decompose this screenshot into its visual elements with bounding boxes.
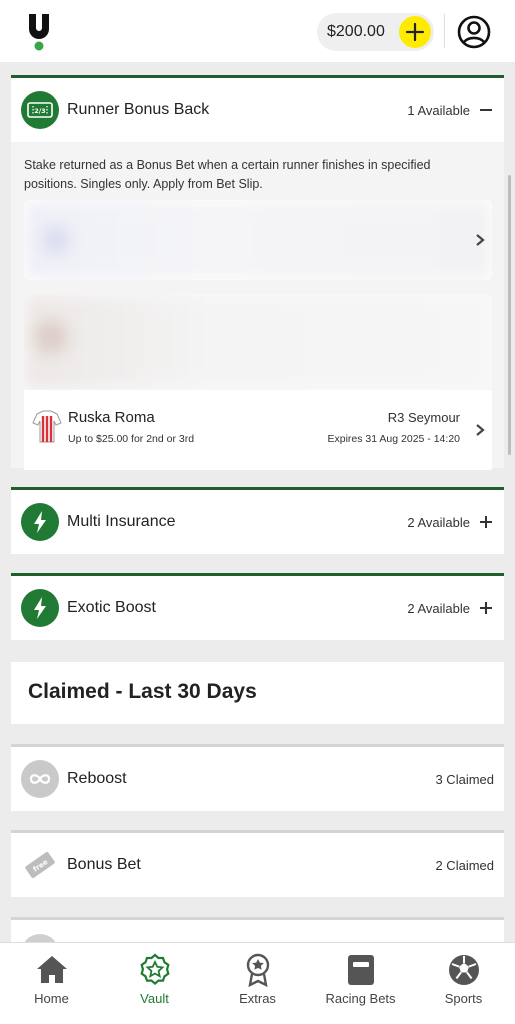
extras-medal-icon: [246, 953, 269, 987]
available-count: 2 Available: [407, 514, 470, 530]
plus-icon: [405, 22, 425, 42]
claimed-heading: Claimed - Last 30 Days: [28, 680, 257, 703]
nav-label: Extras: [239, 991, 276, 1006]
soccer-ball-icon: [448, 955, 479, 985]
nav-label: Vault: [140, 991, 169, 1006]
racing-bets-icon: [347, 955, 374, 985]
bonus-bet-claimed-section[interactable]: free Bonus Bet 2 Claimed: [11, 830, 504, 897]
runner-bonus-back-section: 2/3 Runner Bonus Back 1 Available Stake …: [11, 75, 504, 470]
nav-sports[interactable]: Sports: [412, 943, 515, 1024]
unibet-logo[interactable]: [26, 12, 52, 52]
blurred-offer-card[interactable]: [24, 200, 492, 280]
section-title: Multi Insurance: [67, 513, 176, 530]
claimed-count: 2 Claimed: [435, 857, 494, 873]
nav-racing-bets[interactable]: Racing Bets: [309, 943, 412, 1024]
section-title: Exotic Boost: [67, 599, 156, 616]
lightning-bolt-icon: [21, 589, 59, 627]
section-title: Runner Bonus Back: [67, 101, 210, 118]
offer-description: Stake returned as a Bonus Bet when a cer…: [24, 158, 431, 191]
race-name: R3 Seymour: [387, 410, 460, 425]
expiry-time: Expires 31 Aug 2025 - 14:20: [327, 433, 460, 445]
scrollbar[interactable]: [508, 175, 511, 455]
balance-amount: $200.00: [327, 23, 385, 40]
user-circle-icon[interactable]: [457, 15, 491, 49]
svg-text:2/3: 2/3: [34, 107, 45, 115]
bottom-navigation: Home Vault Extras Racing Bets Sports: [0, 942, 515, 1024]
vault-star-icon: [139, 953, 170, 986]
ticket-icon: 2/3: [21, 91, 59, 129]
nav-vault[interactable]: Vault: [103, 943, 206, 1024]
collapse-minus-icon[interactable]: [478, 102, 494, 118]
section-title: Bonus Bet: [67, 856, 141, 873]
free-ticket-icon: free: [21, 846, 59, 884]
reboost-claimed-section[interactable]: Reboost 3 Claimed: [11, 744, 504, 811]
offer-terms: Up to $25.00 for 2nd or 3rd: [68, 433, 195, 445]
blurred-offer-card[interactable]: [24, 294, 492, 390]
nav-label: Home: [34, 991, 69, 1006]
multi-insurance-section[interactable]: Multi Insurance 2 Available: [11, 487, 504, 554]
exotic-boost-section[interactable]: Exotic Boost 2 Available: [11, 573, 504, 640]
section-title: Reboost: [67, 770, 127, 787]
available-count: 1 Available: [407, 102, 470, 118]
header-divider: [444, 14, 445, 48]
infinity-icon: [21, 760, 59, 798]
lightning-bolt-icon: [21, 503, 59, 541]
nav-label: Sports: [444, 991, 483, 1006]
nav-label: Racing Bets: [325, 991, 396, 1006]
claimed-heading-card: Claimed - Last 30 Days: [11, 662, 504, 724]
add-funds-button[interactable]: [399, 16, 431, 48]
runner-bonus-back-header[interactable]: 2/3 Runner Bonus Back 1 Available: [11, 78, 504, 142]
chevron-right-icon: [476, 424, 485, 436]
runner-offer-card[interactable]: Ruska Roma Up to $25.00 for 2nd or 3rd R…: [24, 390, 492, 470]
home-icon: [36, 956, 67, 983]
chevron-right-icon: [476, 234, 485, 246]
nav-home[interactable]: Home: [0, 943, 103, 1024]
runner-name: Ruska Roma: [68, 409, 155, 426]
balance-button[interactable]: $200.00: [317, 13, 434, 51]
top-bar: $200.00: [0, 0, 515, 62]
jockey-silks-icon: [32, 410, 62, 443]
nav-extras[interactable]: Extras: [206, 943, 309, 1024]
claimed-count: 3 Claimed: [435, 771, 494, 787]
expand-plus-icon[interactable]: [478, 600, 494, 616]
expand-plus-icon[interactable]: [478, 514, 494, 530]
available-count: 2 Available: [407, 600, 470, 616]
